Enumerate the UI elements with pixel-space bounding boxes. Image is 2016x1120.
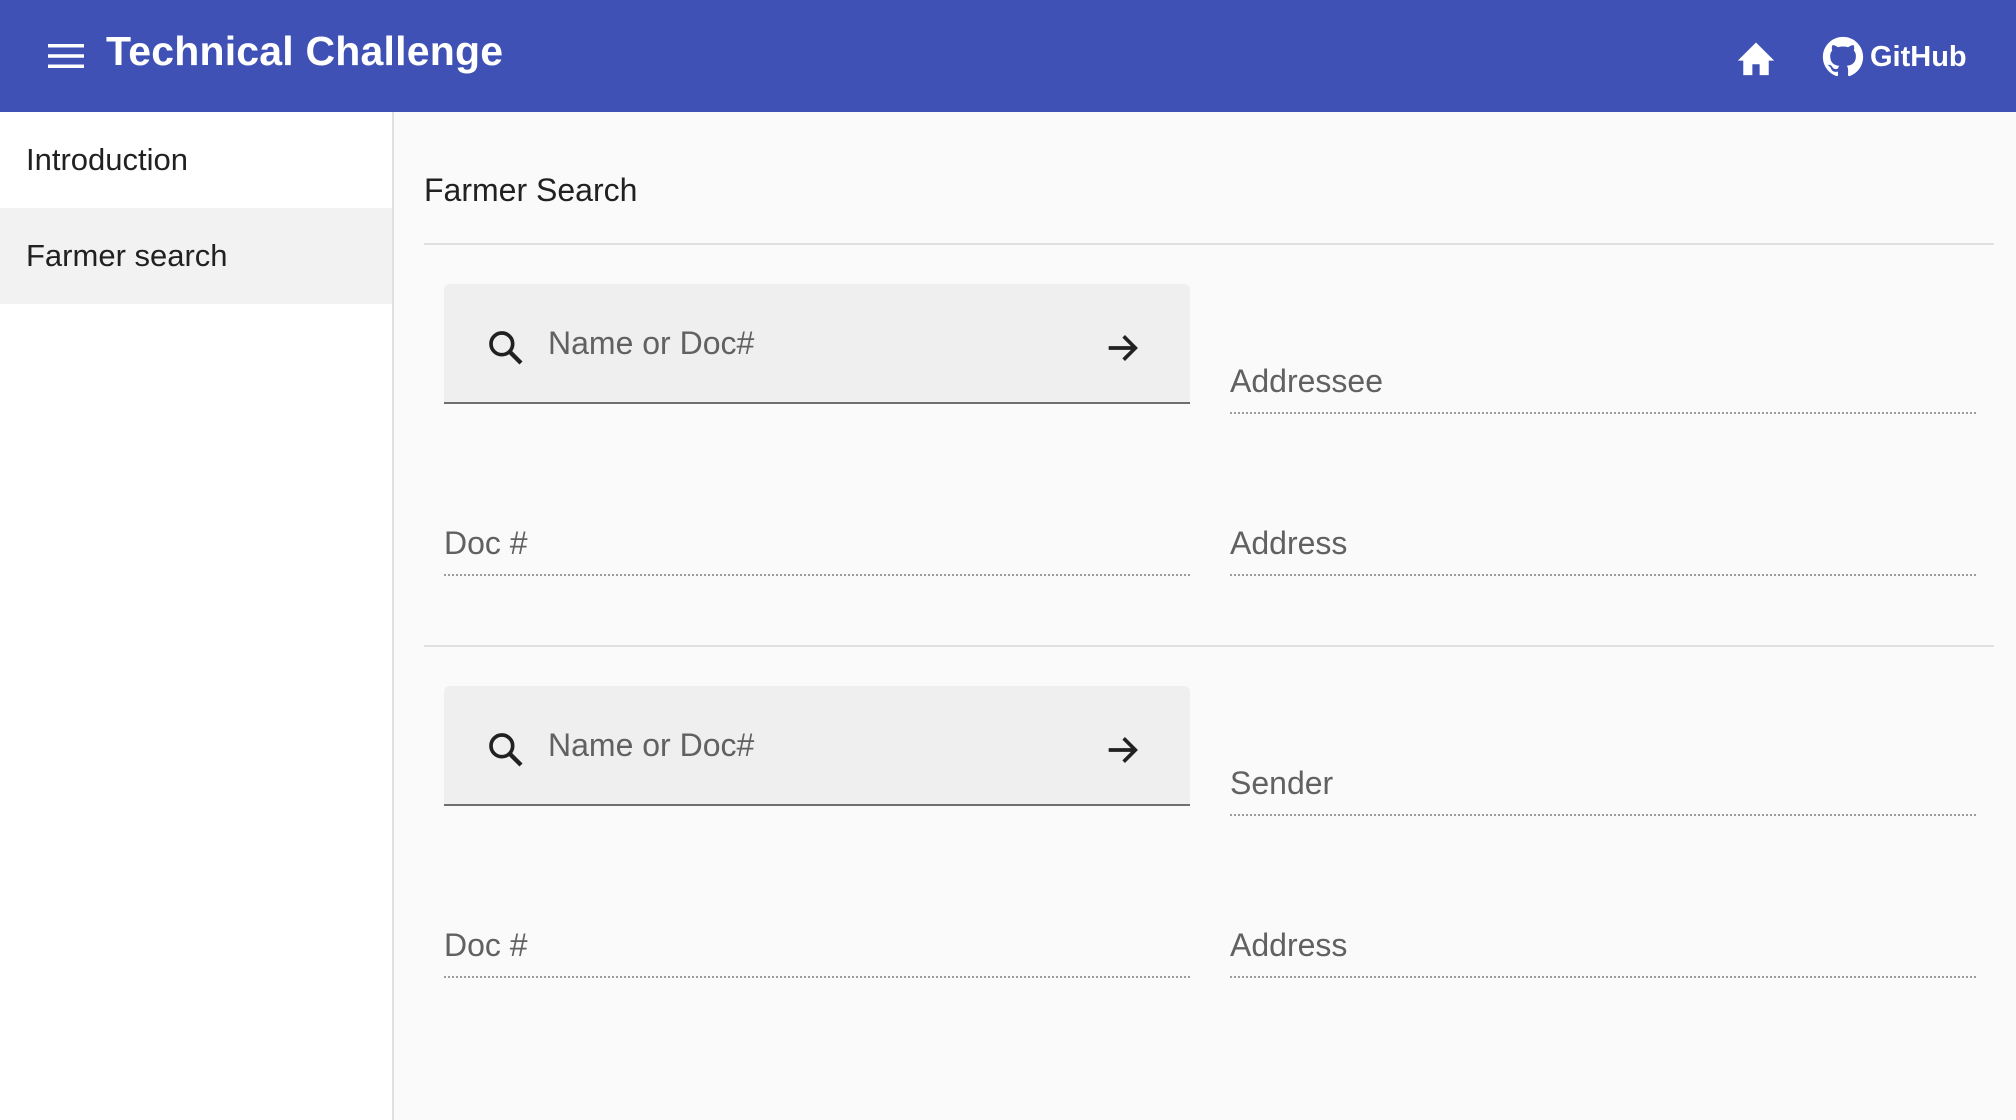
search-input-sender[interactable] [548, 720, 1068, 770]
sidebar: Introduction Farmer search [0, 112, 394, 1120]
search-icon [489, 733, 523, 767]
search-box-sender [444, 686, 1190, 806]
page-title: Farmer Search [424, 172, 638, 208]
divider [424, 645, 1994, 647]
divider [424, 243, 1994, 245]
doc-number-field[interactable]: Doc # [444, 908, 1190, 978]
github-label: GitHub [1870, 40, 1967, 73]
arrow-right-icon [1108, 737, 1138, 763]
github-link[interactable]: GitHub [1822, 30, 1967, 84]
doc-number-label: Doc # [444, 927, 528, 963]
addressee-label: Addressee [1230, 363, 1383, 399]
doc-number-label: Doc # [444, 525, 528, 561]
sender-field[interactable]: Sender [1230, 746, 1976, 816]
search-input-addressee[interactable] [548, 318, 1068, 368]
address-field[interactable]: Address [1230, 908, 1976, 978]
github-icon [1822, 36, 1864, 77]
address-label: Address [1230, 525, 1348, 561]
search-box-addressee [444, 284, 1190, 404]
sidebar-item-farmer-search[interactable]: Farmer search [0, 208, 392, 304]
sender-label: Sender [1230, 765, 1334, 801]
address-label: Address [1230, 927, 1348, 963]
main-content: Farmer Search Addressee Doc # Address [396, 112, 2016, 1120]
menu-button[interactable] [32, 26, 100, 86]
addressee-field[interactable]: Addressee [1230, 344, 1976, 414]
search-submit-button[interactable] [1096, 724, 1148, 776]
home-button[interactable] [1726, 30, 1786, 84]
menu-icon [48, 44, 84, 68]
arrow-right-icon [1108, 335, 1138, 361]
address-field[interactable]: Address [1230, 506, 1976, 576]
doc-number-field[interactable]: Doc # [444, 506, 1190, 576]
sidebar-item-introduction[interactable]: Introduction [0, 112, 392, 208]
app-title: Technical Challenge [106, 28, 504, 74]
search-icon [489, 331, 523, 365]
search-submit-button[interactable] [1096, 322, 1148, 374]
home-icon [1737, 42, 1775, 76]
app-bar: Technical Challenge GitHub [0, 0, 2016, 112]
